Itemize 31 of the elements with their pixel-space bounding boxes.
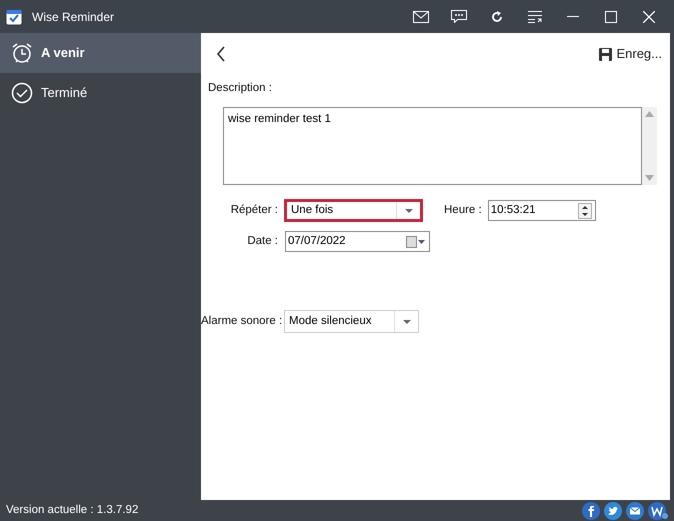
back-icon[interactable] [216,46,226,62]
date-picker[interactable]: 07/07/2022 [285,231,430,252]
time-label: Heure : [444,203,482,218]
sidebar-item[interactable]: Terminé [0,73,201,113]
check-circle-icon [11,82,33,104]
email-icon[interactable] [626,502,644,520]
date-value[interactable]: 07/07/2022 [286,233,396,250]
description-label: Description : [208,82,272,94]
date-label: Date : [246,234,278,250]
description-field[interactable]: wise reminder test 1 [223,107,642,186]
twitter-icon[interactable] [604,502,622,520]
alarm-clock-icon [11,42,33,64]
time-value[interactable]: 10:53:21 [488,202,575,220]
alarm-dropdown[interactable]: Mode silencieux [284,310,419,334]
app-calendar-icon [6,8,22,25]
repeat-label: Répéter : [230,203,278,218]
alarm-value[interactable]: Mode silencieux [285,311,394,332]
window-title: Wise Reminder [32,8,114,26]
spinner-icon[interactable] [578,202,592,219]
website-icon[interactable] [648,502,668,520]
facebook-icon[interactable] [582,502,600,520]
repeat-value[interactable]: Une fois [287,202,396,220]
calendar-icon[interactable] [406,236,426,248]
repeat-dropdown[interactable]: Une fois [284,199,423,222]
save-button[interactable]: Enreg... [599,44,662,64]
time-spinner[interactable]: 10:53:21 [488,200,596,222]
sidebar-item[interactable]: A venir [0,33,201,73]
caret-icon[interactable] [402,320,410,324]
version-text: Version actuelle : 1.3.7.92 [6,502,138,518]
save-icon [599,48,612,60]
caret-icon[interactable] [404,208,412,213]
